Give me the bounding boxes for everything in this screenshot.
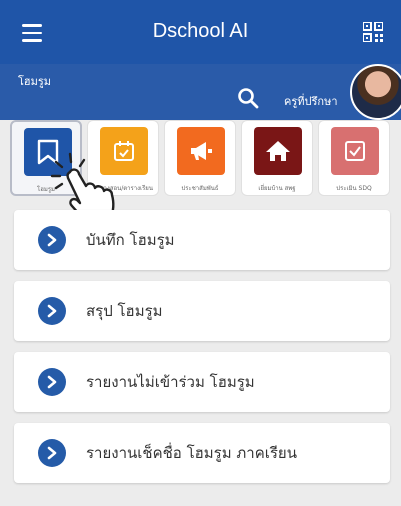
menu-item-label: บันทึก โฮมรูม xyxy=(86,231,175,249)
menu-item-label: รายงานเช็คชื่อ โฮมรูม ภาคเรียน xyxy=(86,444,297,462)
megaphone-icon xyxy=(177,127,225,175)
tile-caption: ประชาสัมพันธ์ xyxy=(181,185,219,192)
checkbox-icon xyxy=(331,127,379,175)
role-label: ครูที่ปรึกษา xyxy=(284,95,338,108)
chevron-right-icon xyxy=(38,368,66,396)
home-icon xyxy=(254,127,302,175)
tile-sdq[interactable]: ประเมิน SDQ xyxy=(318,120,390,196)
tile-caption: เยี่ยมบ้าน สพฐ xyxy=(258,185,296,192)
chevron-right-icon xyxy=(38,226,66,254)
section-header: โฮมรูม ครูที่ปรึกษา xyxy=(0,64,401,120)
qr-code-icon[interactable] xyxy=(363,22,383,42)
avatar[interactable] xyxy=(350,64,401,120)
menu-item-summary-homeroom[interactable]: สรุป โฮมรูม xyxy=(14,281,390,341)
tile-announcements[interactable]: ประชาสัมพันธ์ xyxy=(164,120,236,196)
tile-home-visit[interactable]: เยี่ยมบ้าน สพฐ xyxy=(241,120,313,196)
app-header: Dschool AI xyxy=(0,0,401,64)
chevron-right-icon xyxy=(38,297,66,325)
chevron-right-icon xyxy=(38,439,66,467)
menu-item-attendance-report[interactable]: รายงานเช็คชื่อ โฮมรูม ภาคเรียน xyxy=(14,423,390,483)
menu-item-label: รายงานไม่เข้าร่วม โฮมรูม xyxy=(86,373,255,391)
tile-caption: ประเมิน SDQ xyxy=(336,185,372,192)
menu-item-absence-report[interactable]: รายงานไม่เข้าร่วม โฮมรูม xyxy=(14,352,390,412)
menu-item-label: สรุป โฮมรูม xyxy=(86,302,163,320)
app-title: Dschool AI xyxy=(152,20,249,42)
search-icon[interactable] xyxy=(236,86,260,110)
menu-item-record-homeroom[interactable]: บันทึก โฮมรูม xyxy=(14,210,390,270)
section-label: โฮมรูม xyxy=(18,75,52,88)
